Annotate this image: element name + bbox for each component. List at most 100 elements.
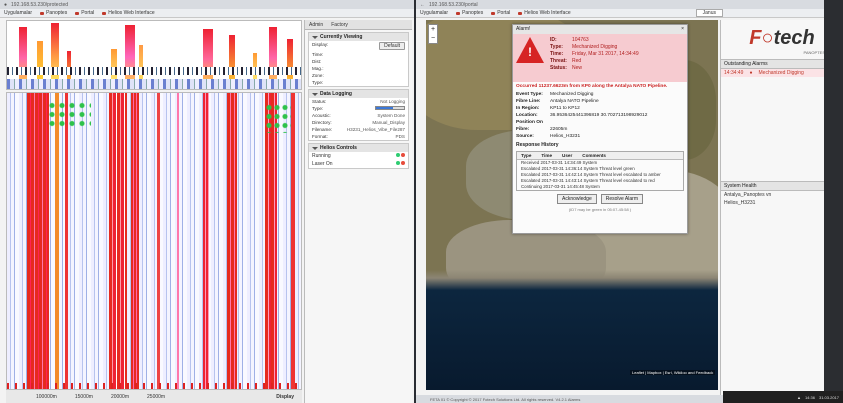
chevron-down-icon (312, 146, 318, 150)
stop-icon[interactable] (401, 161, 405, 165)
currently-viewing-section: Currently Viewing Display: Default Time:… (308, 32, 409, 87)
logging-row: Filename: H3231_Helios_Vibe_File287 (312, 127, 405, 132)
resolve-alarm-button[interactable]: Resolve Alarm (600, 194, 643, 204)
chevron-down-icon (312, 92, 318, 96)
monitor-bezel (824, 0, 843, 403)
bookmark-apps[interactable]: Uygulamalar (4, 10, 32, 16)
left-bookmarks-bar: Uygulamalar Panoptes Portal Helios Web I… (0, 9, 414, 18)
alarm-dialog-titlebar[interactable]: Alarm! × (513, 25, 687, 34)
display-toggle[interactable]: Display (276, 394, 294, 400)
event-stripe (227, 93, 237, 389)
waterfall-heatmap[interactable] (6, 92, 302, 390)
zoom-out-button[interactable]: − (429, 34, 437, 43)
status-green-icon (395, 161, 400, 165)
data-logging-section: Data Logging Status: Not Logging Type: Ac… (308, 89, 409, 141)
lock-icon: ● (4, 1, 8, 8)
user-menu[interactable]: Janus (695, 9, 723, 17)
x-tick: 25000m (147, 393, 166, 400)
field-row: Type: (312, 80, 324, 85)
panel-tabs: Admin Factory (305, 20, 412, 30)
bookmark-icon (456, 11, 461, 15)
logging-row: Directory: Manual_Display (312, 120, 405, 125)
alarm-flag-icon: ● (749, 70, 753, 76)
event-stripe (291, 93, 295, 389)
field-row: Time: (312, 52, 324, 57)
event-stripe (177, 93, 179, 389)
bookmark-icon (518, 11, 523, 15)
network-icon[interactable]: ▲ (797, 395, 801, 400)
acknowledge-button[interactable]: Acknowledge (557, 194, 597, 204)
bookmark-portal[interactable]: Portal (75, 10, 94, 16)
field-row: Zone: (312, 73, 324, 78)
section-header[interactable]: Data Logging (309, 90, 408, 98)
bookmark-panoptes[interactable]: Panoptes (456, 10, 483, 16)
alarm-summary-fields: ID: 104763 Type: Mechanized Digging Time: F… (550, 37, 639, 71)
clock-date[interactable]: 31.03.2017 (819, 395, 839, 400)
logging-row: Type: (309, 105, 408, 112)
control-laser[interactable]: Laser On (309, 160, 408, 168)
logging-row: Status: Not Logging (312, 99, 405, 104)
bookmark-icon (491, 11, 496, 15)
left-browser-window: ● 192.168.53.230/protected Uygulamalar P… (0, 0, 414, 403)
section-header[interactable]: Helios Controls (309, 144, 408, 152)
event-stripe (203, 93, 209, 389)
chevron-down-icon (312, 35, 318, 39)
waterfall-background (7, 93, 301, 389)
event-stripe (265, 93, 277, 389)
history-row: Continuing 2017-03-31 14:45:48 System (521, 184, 600, 189)
detection-markers (265, 103, 291, 133)
event-stripe (55, 93, 59, 389)
bookmark-helios[interactable]: Helios Web Interface (518, 10, 571, 16)
close-icon[interactable]: × (681, 26, 684, 33)
bookmark-apps[interactable]: Uygulamalar (420, 10, 448, 16)
alarm-tick-row (7, 383, 301, 389)
waterfall-overview[interactable] (6, 20, 302, 90)
alarm-details: Event Type: Mechanized Digging Fibre Line… (516, 92, 648, 139)
back-icon[interactable]: ← (420, 2, 425, 8)
control-running[interactable]: Running (309, 152, 408, 160)
bookmark-panoptes[interactable]: Panoptes (40, 10, 67, 16)
logging-type-select[interactable] (375, 106, 405, 110)
screen: ● 192.168.53.230/protected Uygulamalar P… (0, 0, 843, 403)
overview-baseline (7, 79, 301, 89)
bookmark-helios[interactable]: Helios Web Interface (102, 10, 155, 16)
event-stripe (131, 93, 139, 389)
overview-marker-row (7, 67, 301, 75)
waterfall-x-axis: 100000m 15000m 20000m 25000m Display (6, 390, 302, 403)
taskbar: ▲ 14:36 31.03.2017 (723, 391, 843, 403)
right-browser-window: ← 192.168.53.230/portal Uygulamalar Pano… (416, 0, 843, 403)
clock-time[interactable]: 14:36 (805, 395, 815, 400)
right-address-bar[interactable]: ← 192.168.53.230/portal (416, 0, 843, 9)
field-row: Mag.: (312, 66, 324, 71)
alarm-dialog: Alarm! × ID:104763 Type:Mechanized Diggi… (512, 24, 688, 234)
helios-controls-section: Helios Controls Running Laser On (308, 143, 409, 169)
bookmark-icon (75, 11, 80, 15)
history-title: Response History (516, 142, 559, 148)
left-address-text[interactable]: 192.168.53.230/protected (11, 2, 68, 8)
bookmark-icon (40, 11, 45, 15)
x-tick: 15000m (74, 393, 93, 400)
right-address-text[interactable]: 192.168.53.230/portal (429, 2, 478, 8)
control-panel: Admin Factory Currently Viewing Display:… (304, 20, 412, 403)
alarm-summary: ID:104763 Type:Mechanized Digging Time:F… (513, 34, 687, 82)
alarm-occurred-text: Occurred 11237.6623m from KP0 along the … (516, 84, 668, 89)
left-address-bar[interactable]: ● 192.168.53.230/protected (0, 0, 414, 9)
event-stripe (109, 93, 127, 389)
logging-row: Format: PDS (312, 134, 405, 139)
tab-factory[interactable]: Factory (327, 22, 352, 28)
zoom-in-button[interactable]: + (429, 25, 437, 34)
event-stripe (27, 93, 49, 389)
display-row: Display: Default (309, 41, 408, 51)
default-button[interactable]: Default (379, 42, 405, 50)
bookmark-portal[interactable]: Portal (491, 10, 510, 16)
section-header[interactable]: Currently Viewing (309, 33, 408, 41)
right-bookmarks-bar: Uygulamalar Panoptes Portal Helios Web I… (416, 9, 843, 18)
stop-icon[interactable] (401, 153, 405, 157)
x-tick: 100000m (36, 393, 57, 400)
event-stripe (65, 93, 68, 389)
alarm-actions: Acknowledge Resolve Alarm (513, 194, 687, 204)
map-attribution[interactable]: Leaflet | Mapbox | Esri, Wikiloo and Fee… (630, 370, 716, 375)
tab-admin[interactable]: Admin (305, 22, 327, 28)
map-zoom-control: + − (428, 24, 438, 44)
bookmark-icon (102, 11, 107, 15)
